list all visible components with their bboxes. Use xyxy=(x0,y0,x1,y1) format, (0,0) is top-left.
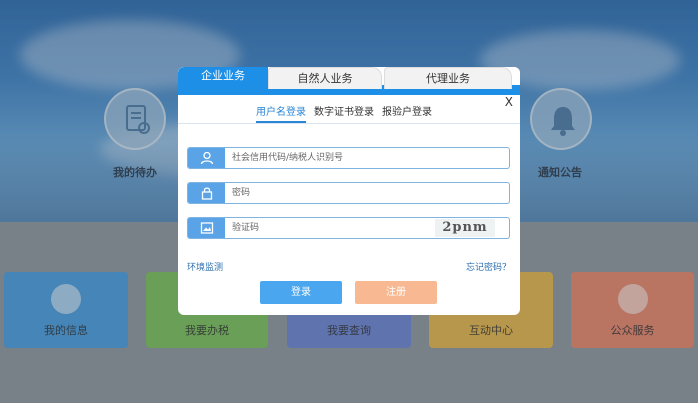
business-tabs: 企业业务 自然人业务 代理业务 xyxy=(178,67,520,95)
subtab-certificate-login[interactable]: 数字证书登录 xyxy=(314,103,374,118)
login-dialog: 企业业务 自然人业务 代理业务 X 用户名登录 数字证书登录 报验户登录 2pn… xyxy=(178,67,520,315)
divider xyxy=(178,123,520,124)
username-field xyxy=(187,147,510,169)
password-field xyxy=(187,182,510,204)
login-method-tabs: 用户名登录 数字证书登录 报验户登录 xyxy=(178,103,520,123)
captcha-input[interactable] xyxy=(232,220,432,236)
tab-enterprise[interactable]: 企业业务 xyxy=(178,67,268,93)
tab-agent[interactable]: 代理业务 xyxy=(384,67,512,89)
user-icon xyxy=(188,148,225,168)
username-input[interactable] xyxy=(232,150,432,166)
environment-check-link[interactable]: 环境监测 xyxy=(187,260,223,273)
forgot-password-link[interactable]: 忘记密码？ xyxy=(466,260,511,273)
register-button[interactable]: 注册 xyxy=(355,281,437,304)
password-input[interactable] xyxy=(232,185,432,201)
captcha-image[interactable]: 2pnm xyxy=(435,219,495,237)
tab-individual[interactable]: 自然人业务 xyxy=(268,67,382,89)
login-button[interactable]: 登录 xyxy=(260,281,342,304)
image-icon xyxy=(188,218,225,238)
subtab-inspection-login[interactable]: 报验户登录 xyxy=(382,103,432,118)
captcha-field: 2pnm xyxy=(187,217,510,239)
lock-icon xyxy=(188,183,225,203)
subtab-username-login[interactable]: 用户名登录 xyxy=(256,103,306,123)
